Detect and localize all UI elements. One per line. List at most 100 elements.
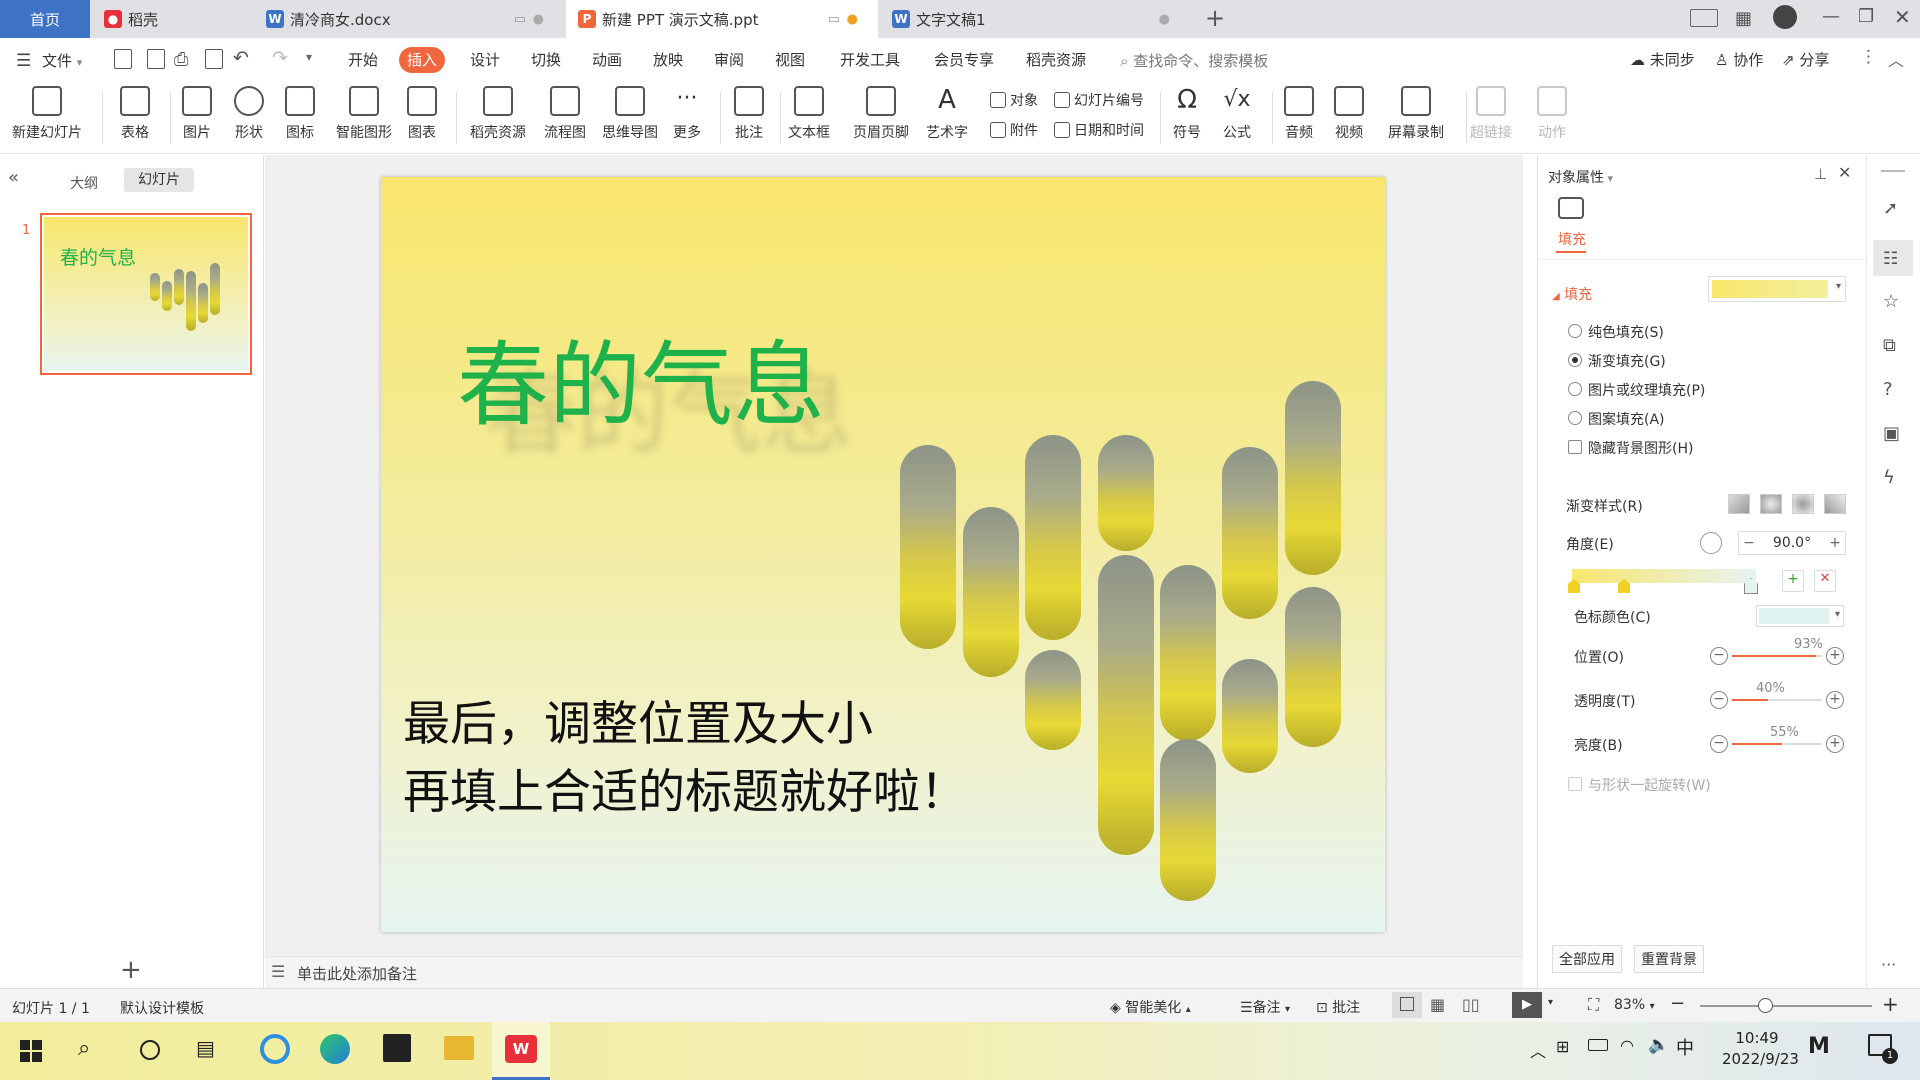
tab-slides[interactable]: 幻灯片: [124, 168, 194, 192]
video-button[interactable]: 视频: [1334, 86, 1364, 142]
action-button[interactable]: 动作: [1537, 86, 1567, 142]
more-insert-button[interactable]: ··· 更多: [672, 86, 702, 142]
panel-header[interactable]: 对象属性 ▾: [1548, 167, 1613, 187]
battery-icon[interactable]: [1588, 1039, 1608, 1051]
file-menu[interactable]: 文件 ▾: [42, 50, 82, 71]
wordart-button[interactable]: A 艺术字: [926, 86, 968, 142]
avatar[interactable]: [1773, 5, 1797, 29]
table-button[interactable]: 表格: [120, 86, 150, 142]
restore-icon[interactable]: ❐: [1858, 6, 1874, 27]
screen-record-button[interactable]: 屏幕录制: [1388, 86, 1444, 142]
transparency-minus-icon[interactable]: −: [1710, 691, 1728, 709]
sorter-view-icon[interactable]: ▦: [1430, 995, 1445, 1014]
store-icon[interactable]: [383, 1034, 411, 1062]
add-stop-icon[interactable]: +: [1782, 570, 1804, 592]
fill-bucket-icon[interactable]: [1558, 197, 1584, 219]
tab-home[interactable]: 首页: [0, 0, 90, 38]
play-slideshow-button[interactable]: ▶: [1512, 992, 1542, 1018]
search-box[interactable]: ⌕ 查找命令、搜索模板: [1120, 50, 1268, 71]
menu-review[interactable]: 审阅: [706, 47, 752, 73]
gradient-style-radial[interactable]: [1760, 494, 1782, 514]
transparency-plus-icon[interactable]: +: [1826, 691, 1844, 709]
search-icon[interactable]: ⌕: [78, 1036, 90, 1061]
menu-start[interactable]: 开始: [340, 47, 386, 73]
vertical-scrollbar[interactable]: [1526, 160, 1534, 940]
notes-toggle-button[interactable]: ☰备注 ▾: [1240, 997, 1290, 1017]
new-tab-plus-icon[interactable]: +: [1205, 4, 1225, 32]
template-name[interactable]: 默认设计模板: [120, 998, 204, 1018]
position-minus-icon[interactable]: −: [1710, 647, 1728, 665]
minimize-icon[interactable]: —: [1822, 6, 1840, 27]
slide-number-button[interactable]: 幻灯片编号: [1054, 90, 1144, 110]
more-dots-icon[interactable]: ···: [1881, 955, 1896, 974]
lightning-icon[interactable]: ϟ: [1883, 467, 1895, 488]
flower-pill-image[interactable]: [1285, 587, 1341, 747]
windows-start-icon[interactable]: [20, 1040, 42, 1062]
pin-icon[interactable]: ⊥: [1814, 165, 1827, 183]
print-preview-icon[interactable]: [205, 49, 223, 69]
task-view-icon[interactable]: ▤: [196, 1036, 215, 1060]
menu-developer[interactable]: 开发工具: [832, 47, 908, 73]
collab-button[interactable]: ♙ 协作: [1715, 49, 1763, 70]
share-button[interactable]: ⇗ 分享: [1782, 49, 1829, 70]
zoom-in-icon[interactable]: +: [1882, 992, 1899, 1016]
picture-button[interactable]: 图片: [182, 86, 212, 142]
menu-view[interactable]: 视图: [767, 47, 813, 73]
apply-all-button[interactable]: 全部应用: [1552, 945, 1622, 973]
textbox-button[interactable]: 文本框: [788, 86, 830, 142]
save-icon[interactable]: [114, 49, 132, 69]
radio-pattern[interactable]: [1568, 411, 1582, 425]
help-icon[interactable]: ?: [1883, 379, 1893, 400]
fit-window-icon[interactable]: ⛶: [1588, 995, 1599, 1015]
gradient-style-linear[interactable]: [1728, 494, 1750, 514]
slide-title[interactable]: 春的气息: [457, 311, 825, 444]
gradient-bar[interactable]: [1572, 569, 1756, 583]
object-button[interactable]: 对象: [990, 90, 1038, 110]
file-explorer-icon[interactable]: [444, 1036, 474, 1060]
flower-pill-image[interactable]: [1222, 447, 1278, 619]
flower-pill-image[interactable]: [1098, 555, 1154, 855]
export-icon[interactable]: [147, 49, 165, 69]
flower-pill-image[interactable]: [1285, 381, 1341, 575]
quick-access-dropdown-icon[interactable]: ▾: [306, 50, 312, 64]
audio-button[interactable]: 音频: [1284, 86, 1314, 142]
gradient-style-path[interactable]: [1824, 494, 1846, 514]
tray-app-icon[interactable]: ⊞: [1556, 1037, 1569, 1056]
sync-button[interactable]: ☁ 未同步: [1630, 49, 1695, 70]
icon-button[interactable]: 图标: [285, 86, 315, 142]
print-icon[interactable]: ⎙: [174, 49, 188, 70]
flower-pill-image[interactable]: [1025, 650, 1081, 750]
slide-thumbnail[interactable]: 春的气息: [40, 213, 252, 375]
radio-solid[interactable]: [1568, 324, 1582, 338]
menu-member[interactable]: 会员专享: [926, 47, 1002, 73]
chart-button[interactable]: 图表: [407, 86, 437, 142]
properties-tab[interactable]: ☷: [1873, 240, 1913, 276]
play-dropdown-icon[interactable]: ▾: [1548, 997, 1553, 1008]
volume-icon[interactable]: 🔈: [1648, 1035, 1669, 1055]
reading-view-icon[interactable]: ▯▯: [1462, 995, 1480, 1014]
wps-taskbar-button[interactable]: W: [492, 1022, 550, 1080]
tab-doc2[interactable]: W 文字文稿1 ●: [880, 0, 1190, 38]
close-window-icon[interactable]: ✕: [1894, 5, 1911, 29]
fill-color-dropdown[interactable]: ▾: [1708, 276, 1846, 302]
symbol-button[interactable]: Ω 符号: [1172, 86, 1202, 142]
zoom-slider[interactable]: [1700, 1005, 1872, 1007]
zoom-out-icon[interactable]: −: [1670, 993, 1685, 1014]
rotate-with-shape-checkbox[interactable]: [1568, 777, 1582, 791]
daoke-resource-button[interactable]: 稻壳资源: [470, 86, 526, 142]
slide[interactable]: 春的气息 最后，调整位置及大小 再填上合适的标题就好啦！: [381, 177, 1385, 932]
tab-outline[interactable]: 大纲: [70, 173, 98, 193]
minus-icon[interactable]: −: [1739, 535, 1759, 551]
tab-dot-icon[interactable]: ●: [1159, 12, 1170, 27]
tab-daoke[interactable]: ● 稻壳: [92, 0, 252, 38]
zoom-slider-thumb[interactable]: [1758, 998, 1773, 1013]
hamburger-icon[interactable]: ☰: [16, 51, 31, 71]
collapse-panel-icon[interactable]: «: [8, 167, 19, 188]
zoom-dropdown[interactable]: 83% ▾: [1614, 997, 1655, 1013]
ime-indicator[interactable]: 中: [1676, 1034, 1694, 1060]
tab-dot-icon[interactable]: ●: [533, 12, 544, 27]
menu-daoke[interactable]: 稻壳资源: [1018, 47, 1094, 73]
attachment-button[interactable]: 附件: [990, 120, 1038, 140]
normal-view-button[interactable]: [1392, 992, 1422, 1018]
position-plus-icon[interactable]: +: [1826, 647, 1844, 665]
